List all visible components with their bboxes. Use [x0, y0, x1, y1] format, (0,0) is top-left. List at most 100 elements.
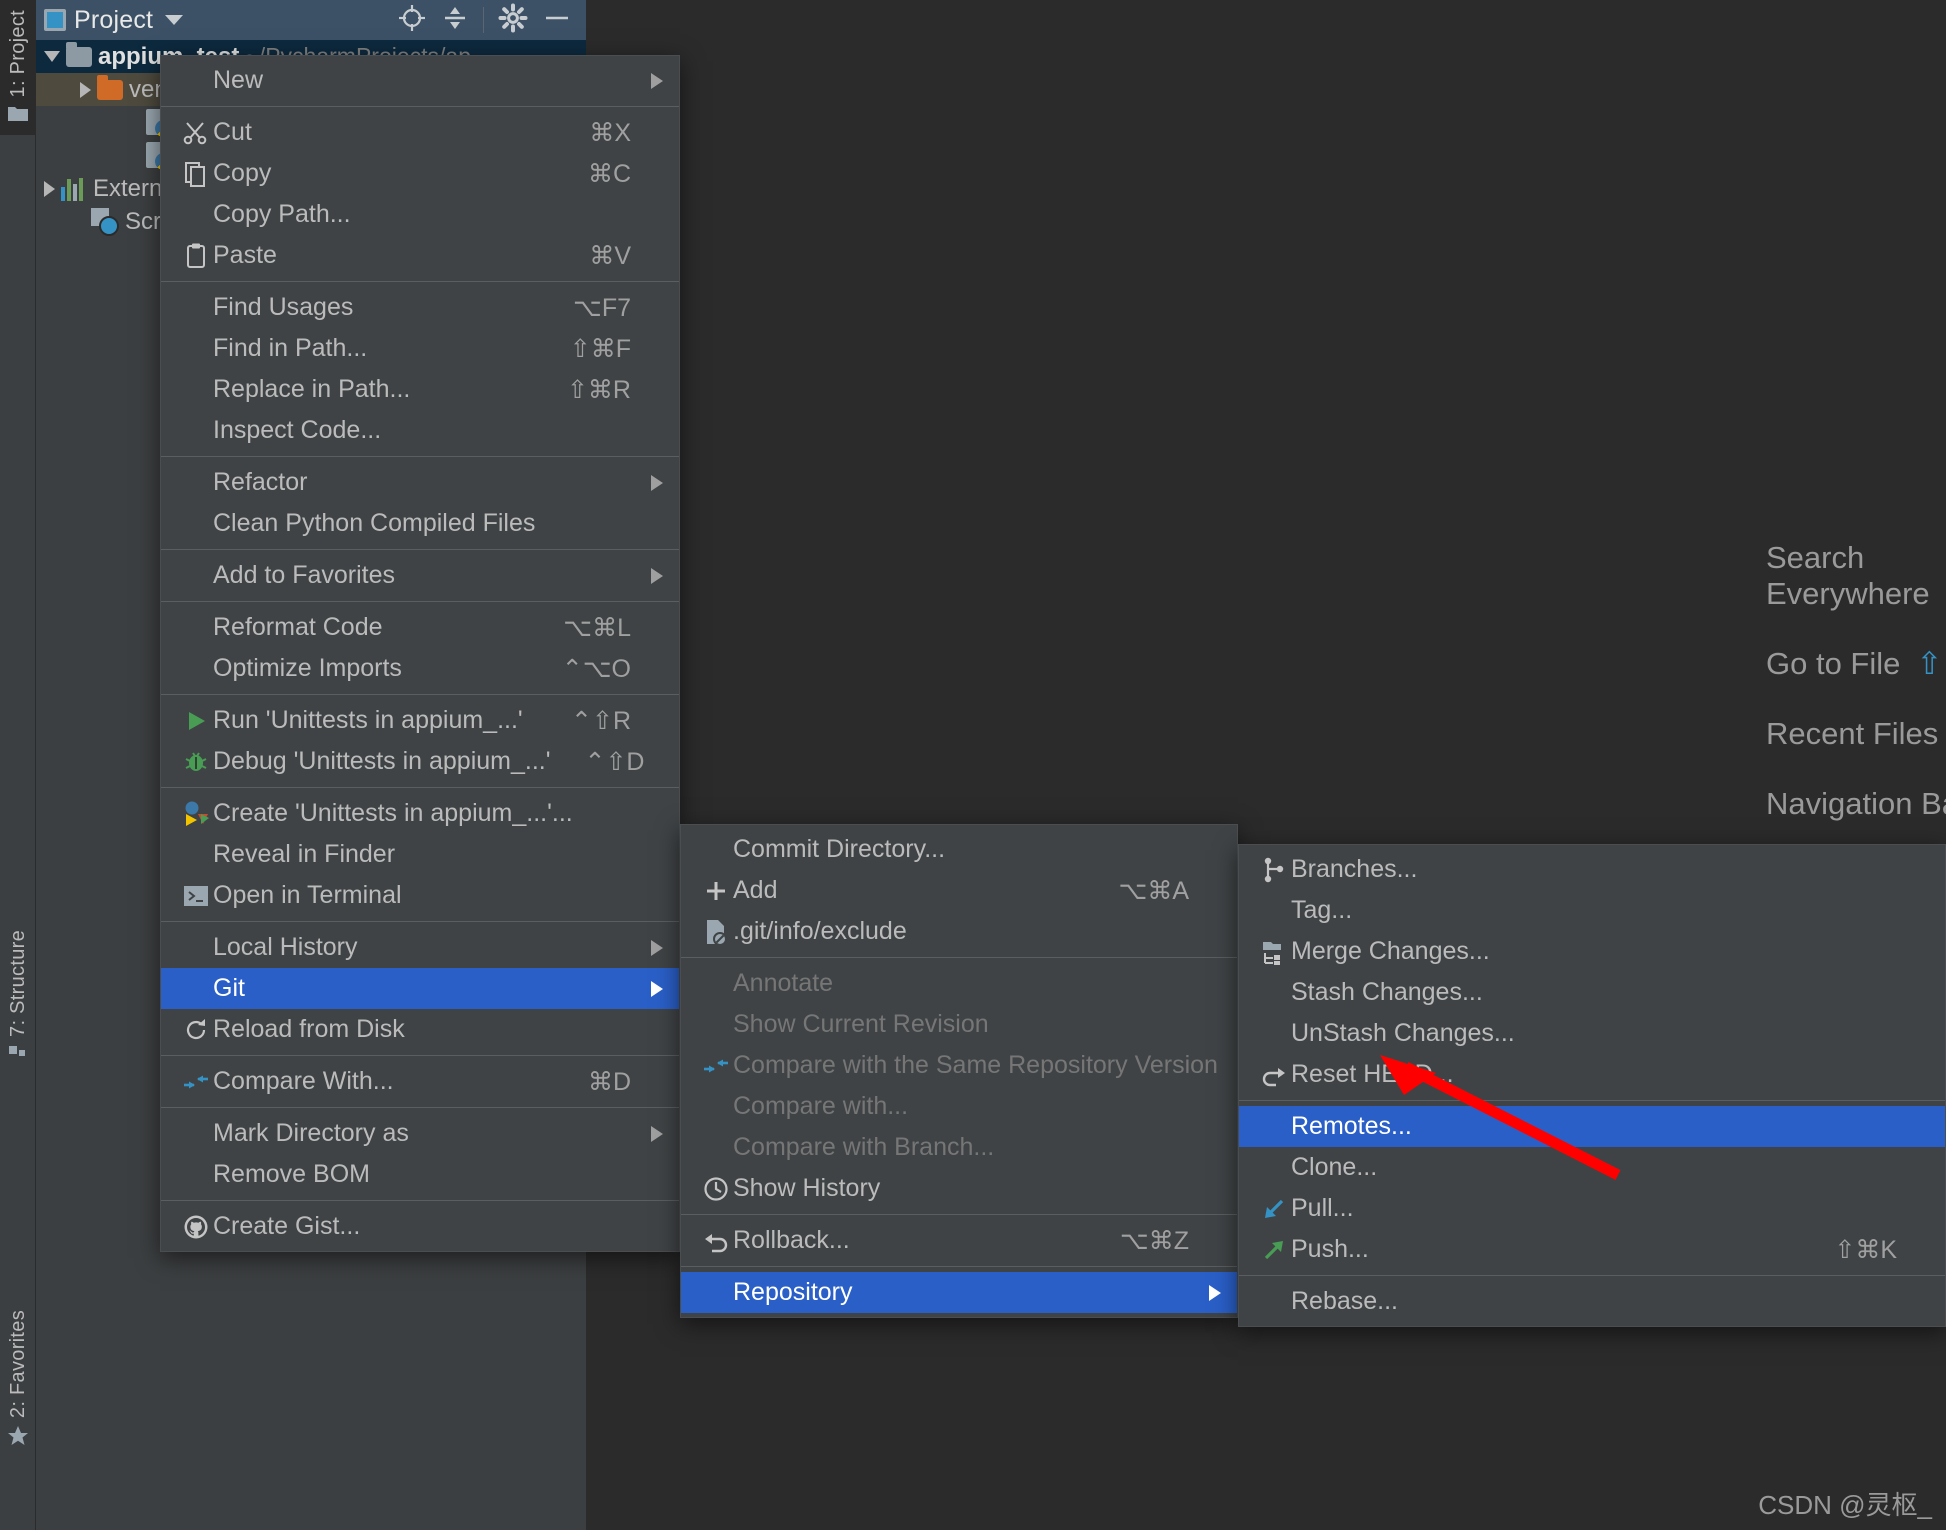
menu-item[interactable]: Find Usages ⌥F7: [161, 287, 679, 328]
submenu-arrow-icon: [651, 1125, 663, 1142]
repository-submenu[interactable]: Branches... Tag... Merge Changes... Stash C…: [1238, 844, 1946, 1327]
menu-item: Compare with the Same Repository Version: [681, 1045, 1237, 1086]
chevron-expanded-icon[interactable]: [44, 51, 60, 62]
menu-item[interactable]: Clean Python Compiled Files: [161, 503, 679, 544]
menu-item-shortcut: ⌘X: [589, 118, 631, 147]
menu-item[interactable]: Mark Directory as: [161, 1113, 679, 1154]
menu-item[interactable]: Add ⌥⌘A: [681, 870, 1237, 911]
submenu-arrow-icon: [651, 939, 663, 956]
menu-item[interactable]: Repository: [681, 1272, 1237, 1313]
locate-icon[interactable]: [397, 3, 427, 38]
menu-item[interactable]: Reformat Code ⌥⌘L: [161, 607, 679, 648]
menu-separator: [161, 549, 679, 550]
menu-item-label: Run 'Unittests in appium_...': [213, 706, 523, 734]
menu-item[interactable]: Debug 'Unittests in appium_...' ⌃⇧D: [161, 741, 679, 782]
menu-item[interactable]: Replace in Path... ⇧⌘R: [161, 369, 679, 410]
chevron-collapsed-icon[interactable]: [44, 180, 55, 197]
menu-item-label: UnStash Changes...: [1291, 1019, 1515, 1047]
menu-item[interactable]: Branches...: [1239, 849, 1945, 890]
menu-item-label: Reset HEAD...: [1291, 1060, 1454, 1088]
menu-item[interactable]: Git: [161, 968, 679, 1009]
menu-separator: [161, 921, 679, 922]
menu-item-label: Tag...: [1291, 896, 1353, 924]
menu-separator: [161, 1107, 679, 1108]
menu-item[interactable]: Rollback... ⌥⌘Z: [681, 1220, 1237, 1261]
menu-item[interactable]: Create 'Unittests in appium_...'...: [161, 793, 679, 834]
chevron-down-icon[interactable]: [165, 15, 184, 25]
menu-item-label: Debug 'Unittests in appium_...': [213, 747, 551, 775]
menu-item[interactable]: Add to Favorites: [161, 555, 679, 596]
collapse-all-icon[interactable]: [441, 4, 469, 37]
sidebar-item-structure[interactable]: 7: Structure: [0, 930, 36, 1075]
menu-item[interactable]: Clone...: [1239, 1147, 1945, 1188]
menu-separator: [161, 106, 679, 107]
sidebar-item-favorites-label: 2: Favorites: [6, 1310, 29, 1419]
menu-item[interactable]: Reveal in Finder: [161, 834, 679, 875]
menu-item-label: Inspect Code...: [213, 416, 382, 444]
menu-item[interactable]: UnStash Changes...: [1239, 1013, 1945, 1054]
terminal-icon: [179, 885, 213, 907]
clipboard-icon: [179, 243, 213, 269]
menu-item[interactable]: Merge Changes...: [1239, 931, 1945, 972]
menu-item[interactable]: Refactor: [161, 462, 679, 503]
menu-item-label: Show History: [733, 1174, 881, 1202]
menu-item[interactable]: Stash Changes...: [1239, 972, 1945, 1013]
menu-item-label: Find in Path...: [213, 334, 368, 362]
tree-node-label: Extern: [93, 174, 163, 202]
menu-item[interactable]: Reload from Disk: [161, 1009, 679, 1050]
menu-item[interactable]: Create Gist...: [161, 1206, 679, 1247]
menu-item-label: Branches...: [1291, 855, 1418, 883]
copy-icon: [179, 161, 213, 187]
menu-item[interactable]: New: [161, 60, 679, 101]
hint-shortcut: ⇧⌘O: [1916, 646, 1946, 681]
history-icon: [699, 1176, 733, 1202]
menu-item-label: Cut: [213, 118, 252, 146]
menu-separator: [161, 694, 679, 695]
menu-item[interactable]: Local History: [161, 927, 679, 968]
chevron-collapsed-icon[interactable]: [80, 81, 91, 98]
menu-item[interactable]: Open in Terminal: [161, 875, 679, 916]
menu-separator: [161, 456, 679, 457]
submenu-arrow-icon: [651, 72, 663, 89]
menu-item[interactable]: Paste ⌘V: [161, 235, 679, 276]
menu-item[interactable]: Pull...: [1239, 1188, 1945, 1229]
menu-item-shortcut: ⇧⌘K: [1834, 1235, 1897, 1264]
menu-item: Show Current Revision: [681, 1004, 1237, 1045]
sidebar-item-project[interactable]: 1: Project: [0, 0, 36, 136]
menu-separator: [161, 1055, 679, 1056]
structure-icon: [7, 1043, 29, 1069]
menu-item[interactable]: Compare With... ⌘D: [161, 1061, 679, 1102]
github-icon: [179, 1214, 213, 1240]
sidebar-item-favorites[interactable]: 2: Favorites: [0, 1310, 36, 1460]
project-context-menu[interactable]: New Cut ⌘X Copy ⌘C Copy Path... Paste ⌘V Find Us…: [160, 55, 680, 1252]
menu-item-label: Rollback...: [733, 1226, 850, 1254]
menu-item[interactable]: Reset HEAD...: [1239, 1054, 1945, 1095]
gear-icon[interactable]: [498, 3, 528, 38]
git-submenu[interactable]: Commit Directory... Add ⌥⌘A .git/info/exclu…: [680, 824, 1238, 1318]
menu-item[interactable]: Tag...: [1239, 890, 1945, 931]
menu-item[interactable]: Show History: [681, 1168, 1237, 1209]
menu-item[interactable]: Rebase...: [1239, 1281, 1945, 1322]
menu-item-label: Annotate: [733, 969, 834, 997]
hide-icon[interactable]: [542, 3, 572, 38]
menu-item[interactable]: .git/info/exclude: [681, 911, 1237, 952]
menu-item-shortcut: ⌘D: [587, 1067, 631, 1096]
menu-item[interactable]: Find in Path... ⇧⌘F: [161, 328, 679, 369]
hint-row: Navigation Bar ⌘↑: [1766, 786, 1946, 822]
menu-item-shortcut: ⇧⌘R: [566, 375, 631, 404]
submenu-arrow-icon: [651, 980, 663, 997]
page-title: Project: [74, 5, 154, 34]
menu-item[interactable]: Remotes...: [1239, 1106, 1945, 1147]
folder-orange-icon: [97, 74, 123, 100]
menu-item[interactable]: Cut ⌘X: [161, 112, 679, 153]
menu-item[interactable]: Remove BOM: [161, 1154, 679, 1195]
menu-item[interactable]: Optimize Imports ⌃⌥O: [161, 648, 679, 689]
menu-item[interactable]: Copy Path...: [161, 194, 679, 235]
menu-separator: [681, 1214, 1237, 1215]
menu-item[interactable]: Push... ⇧⌘K: [1239, 1229, 1945, 1270]
menu-item-label: Show Current Revision: [733, 1010, 989, 1038]
menu-item[interactable]: Run 'Unittests in appium_...' ⌃⇧R: [161, 700, 679, 741]
menu-item[interactable]: Copy ⌘C: [161, 153, 679, 194]
menu-item[interactable]: Inspect Code...: [161, 410, 679, 451]
menu-item[interactable]: Commit Directory...: [681, 829, 1237, 870]
